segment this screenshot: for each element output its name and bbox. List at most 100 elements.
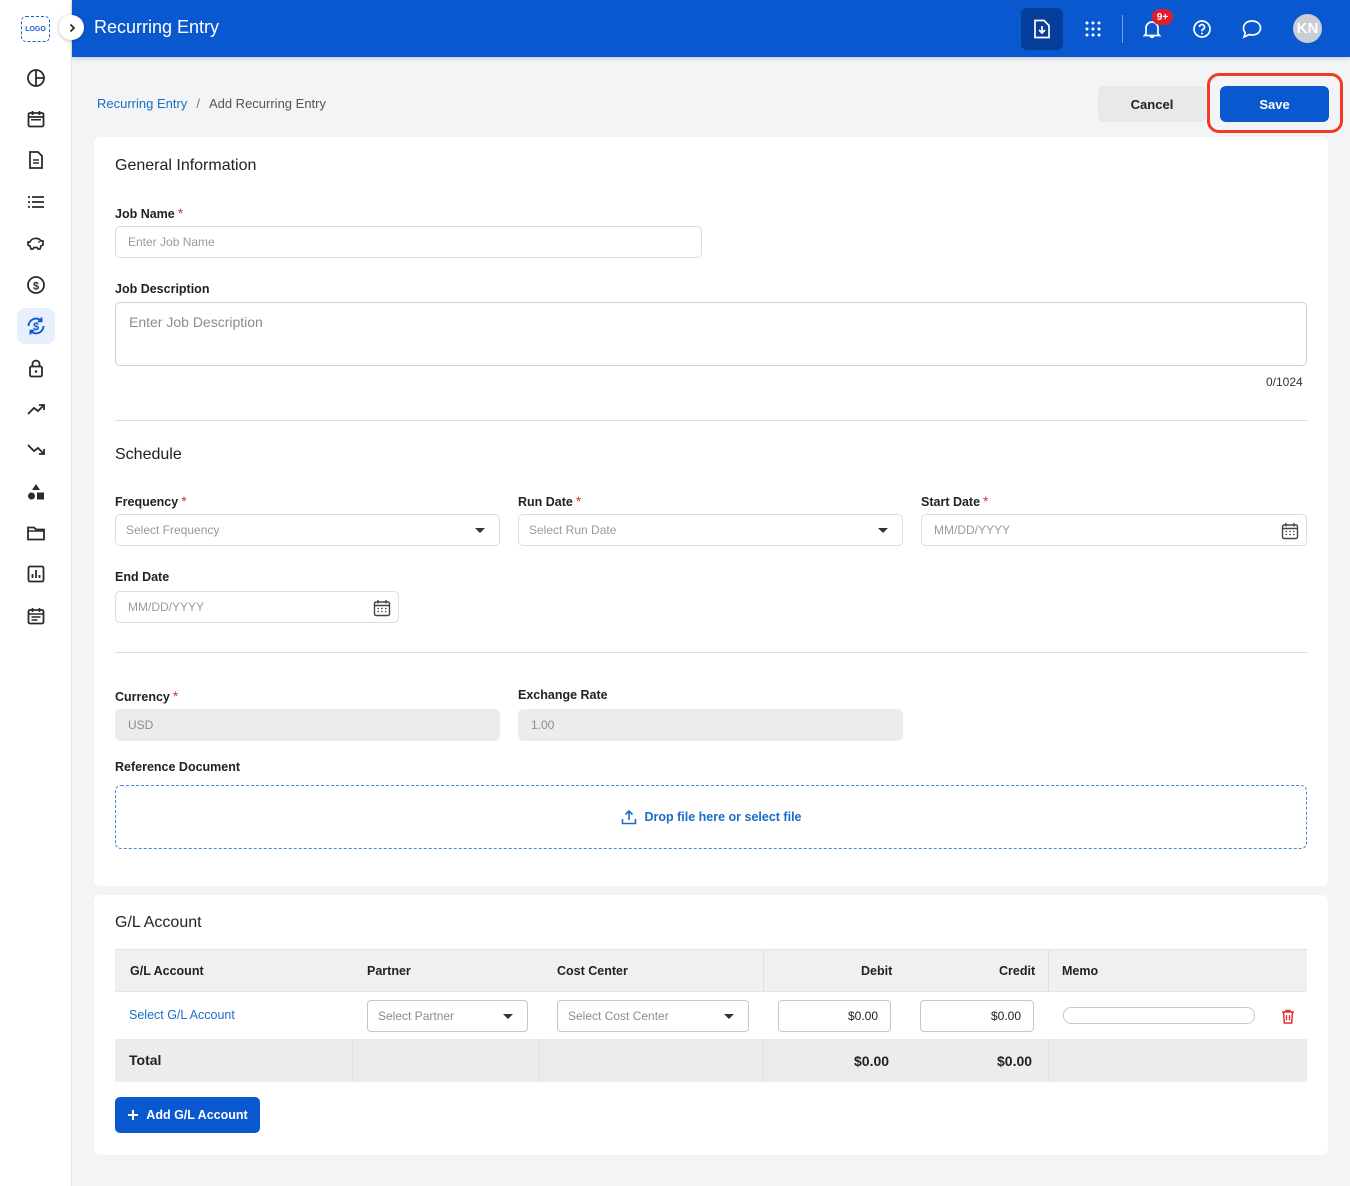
column-header-cost-center: Cost Center (557, 964, 628, 978)
sidebar-item-decline[interactable] (17, 432, 55, 468)
table-total-row: Total $0.00 $0.00 (115, 1039, 1307, 1082)
sidebar: LOGO $ $ (0, 0, 84, 1186)
sidebar-item-files[interactable] (17, 515, 55, 551)
cost-center-select[interactable]: Select Cost Center (557, 1000, 749, 1032)
top-bar: Recurring Entry 9+ KN (72, 0, 1350, 57)
lock-icon (29, 359, 43, 378)
column-header-credit: Credit (999, 964, 1036, 978)
folder-icon (27, 526, 45, 541)
calendar-icon[interactable] (1281, 522, 1299, 540)
section-divider (115, 420, 1307, 421)
sidebar-item-list[interactable] (17, 184, 55, 220)
select-gl-account-link[interactable]: Select G/L Account (129, 1008, 235, 1022)
app-logo: LOGO (21, 16, 50, 42)
total-debit: $0.00 (854, 1053, 890, 1069)
debit-input[interactable]: $0.00 (778, 1000, 891, 1032)
file-dropzone[interactable]: Drop file here or select file (115, 785, 1307, 849)
page-title: Recurring Entry (94, 17, 220, 37)
schedule-icon (27, 608, 45, 625)
column-header-partner: Partner (367, 964, 411, 978)
help-button[interactable] (1181, 8, 1223, 50)
start-date-label: Start Date * (921, 493, 989, 509)
chevron-down-icon (878, 528, 888, 533)
start-date-input[interactable]: MM/DD/YYYY (921, 514, 1307, 546)
sidebar-item-assets[interactable] (17, 474, 55, 510)
dashboard-icon (27, 69, 45, 87)
topbar-divider (1122, 15, 1123, 43)
sidebar-item-calendar[interactable] (17, 101, 55, 137)
total-label: Total (129, 1052, 162, 1068)
column-divider (1048, 950, 1049, 991)
document-icon (29, 151, 43, 169)
dollar-icon: $ (27, 276, 45, 294)
chevron-right-icon (69, 23, 75, 32)
recurring-dollar-icon: $ (27, 317, 45, 335)
credit-input[interactable]: $0.00 (920, 1000, 1034, 1032)
character-counter: 0/1024 (1266, 375, 1303, 389)
apps-button[interactable] (1072, 8, 1114, 50)
section-divider (115, 652, 1307, 653)
job-name-input[interactable]: Enter Job Name (115, 226, 702, 258)
cancel-button[interactable]: Cancel (1098, 86, 1206, 122)
svg-text:$: $ (33, 280, 39, 292)
grid-dots-icon (1085, 21, 1101, 37)
add-gl-account-button[interactable]: Add G/L Account (115, 1097, 260, 1133)
sidebar-item-recurring-entry[interactable]: $ (17, 308, 55, 344)
trending-up-icon (27, 404, 45, 415)
breadcrumb: Recurring Entry / Add Recurring Entry (97, 96, 326, 111)
job-description-textarea[interactable]: Enter Job Description (115, 302, 1307, 366)
calendar-icon[interactable] (373, 599, 391, 617)
download-file-icon (1034, 19, 1050, 39)
gl-account-heading: G/L Account (115, 914, 202, 931)
sidebar-item-reports[interactable] (17, 556, 55, 592)
entry-form-card: General Information Job Name * Enter Job … (94, 137, 1328, 886)
upload-icon (621, 809, 636, 825)
sidebar-item-schedule[interactable] (17, 598, 55, 634)
sidebar-item-documents[interactable] (17, 142, 55, 178)
column-header-memo: Memo (1062, 964, 1099, 978)
user-avatar[interactable]: KN (1293, 14, 1322, 43)
svg-text:$: $ (33, 321, 39, 333)
sidebar-item-savings[interactable] (17, 225, 55, 261)
chevron-down-icon (475, 528, 485, 533)
schedule-heading: Schedule (115, 446, 182, 463)
memo-input[interactable] (1063, 1007, 1255, 1024)
gl-account-card: G/L Account G/L Account Partner Cost Cen… (94, 895, 1328, 1155)
notification-badge: 9+ (1152, 9, 1173, 25)
download-button[interactable] (1021, 8, 1063, 50)
breadcrumb-current: Add Recurring Entry (208, 96, 326, 111)
currency-label: Currency * (115, 688, 179, 704)
run-date-label: Run Date * (518, 493, 582, 509)
run-date-select[interactable]: Select Run Date (518, 514, 903, 546)
column-header-gl-account: G/L Account (130, 964, 204, 978)
chat-button[interactable] (1231, 8, 1273, 50)
end-date-label: End Date (115, 570, 170, 584)
end-date-input[interactable]: MM/DD/YYYY (115, 591, 399, 623)
sidebar-item-dashboard[interactable] (17, 60, 55, 96)
chevron-down-icon (503, 1014, 513, 1019)
chat-bubble-icon (1242, 20, 1262, 39)
frequency-select[interactable]: Select Frequency (115, 514, 500, 546)
currency-field: USD (115, 709, 500, 741)
trending-down-icon (27, 444, 45, 455)
delete-row-icon[interactable] (1281, 1009, 1295, 1024)
partner-select[interactable]: Select Partner (367, 1000, 528, 1032)
sidebar-item-security[interactable] (17, 350, 55, 386)
piggy-bank-icon (27, 237, 44, 250)
sidebar-item-payments[interactable]: $ (17, 267, 55, 303)
breadcrumb-parent-link[interactable]: Recurring Entry (97, 96, 187, 111)
exchange-rate-label: Exchange Rate (518, 688, 608, 702)
report-chart-icon (27, 565, 45, 583)
shapes-icon (28, 484, 44, 500)
sidebar-expand-button[interactable] (59, 15, 84, 40)
gl-account-table: G/L Account Partner Cost Center Debit Cr… (115, 949, 1307, 1082)
sidebar-item-growth[interactable] (17, 391, 55, 427)
help-icon (1193, 20, 1211, 38)
general-info-heading: General Information (115, 157, 257, 174)
save-button[interactable]: Save (1220, 86, 1329, 122)
exchange-rate-field: 1.00 (518, 709, 903, 741)
plus-icon (128, 1110, 139, 1120)
dropzone-label: Drop file here or select file (644, 810, 802, 824)
column-header-debit: Debit (861, 964, 893, 978)
reference-document-label: Reference Document (115, 760, 241, 774)
